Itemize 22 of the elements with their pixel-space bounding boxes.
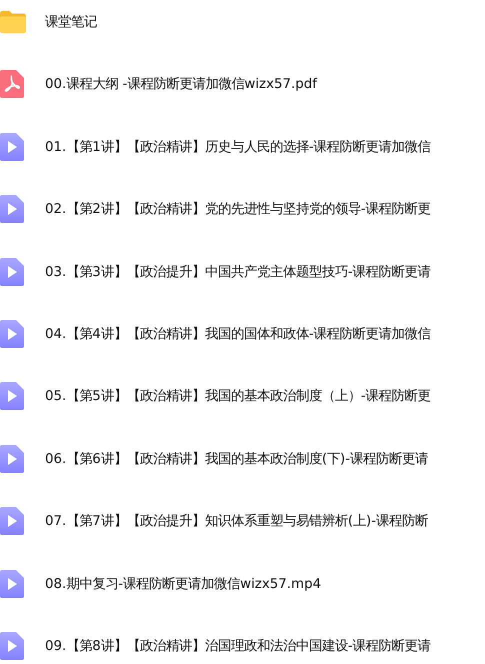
folder-icon	[0, 10, 26, 34]
file-name[interactable]: 01.【第1讲】【政治精讲】历史与人民的选择-课程防断更请加微信	[45, 138, 431, 156]
video-file-icon	[0, 320, 24, 348]
file-name[interactable]: 07.【第7讲】【政治提升】知识体系重塑与易错辨析(上)-课程防断	[45, 512, 428, 530]
file-name[interactable]: 02.【第2讲】【政治精讲】党的先进性与坚持党的领导-课程防断更	[45, 200, 431, 218]
video-file-icon	[0, 132, 24, 161]
video-file-icon	[0, 632, 24, 660]
file-name[interactable]: 04.【第4讲】【政治精讲】我国的国体和政体-课程防断更请加微信	[45, 324, 431, 343]
video-file-icon	[0, 382, 24, 410]
video-file-icon	[0, 507, 24, 536]
file-name[interactable]: 03.【第3讲】【政治提升】中国共产党主体题型技巧-课程防断更请	[45, 262, 431, 281]
file-name[interactable]: 课堂笔记	[45, 13, 97, 31]
file-name[interactable]: 00.课程大纲 -课程防断更请加微信wizx57.pdf	[45, 75, 318, 94]
video-file-icon	[0, 570, 24, 598]
video-file-icon	[0, 195, 24, 224]
video-file-icon	[0, 444, 24, 473]
video-file-icon	[0, 258, 24, 286]
file-name[interactable]: 06.【第6讲】【政治精讲】我国的基本政治制度(下)-课程防断更请	[45, 450, 428, 468]
file-name[interactable]: 09.【第8讲】【政治精讲】治国理政和法治中国建设-课程防断更请	[45, 636, 431, 655]
pdf-file-icon	[0, 70, 24, 98]
file-name[interactable]: 05.【第5讲】【政治精讲】我国的基本政治制度（上）-课程防断更	[45, 387, 431, 406]
file-name[interactable]: 08.期中复习-课程防断更请加微信wizx57.mp4	[45, 574, 322, 593]
